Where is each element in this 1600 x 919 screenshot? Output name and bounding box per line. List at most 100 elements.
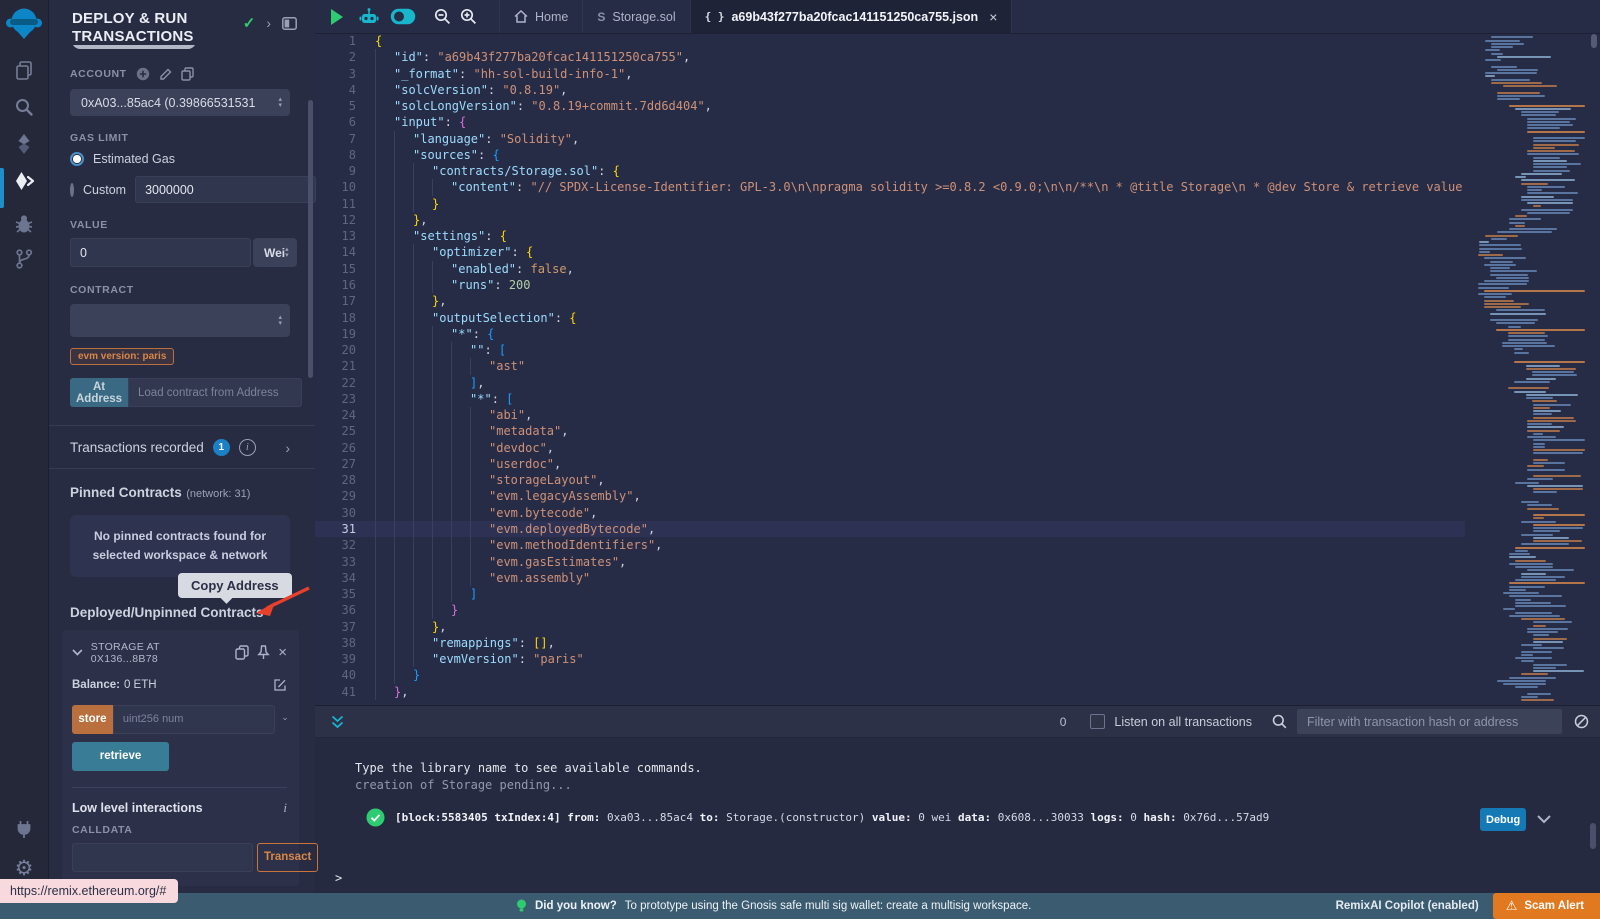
zoom-out-icon[interactable] (434, 8, 451, 25)
code-line-22[interactable]: 22], (315, 375, 1465, 391)
code-line-28[interactable]: 28"storageLayout", (315, 472, 1465, 488)
expand-log-icon[interactable] (1537, 815, 1551, 824)
editor-scrollbar[interactable] (1591, 34, 1597, 48)
code-line-16[interactable]: 16"runs": 200 (315, 277, 1465, 293)
code-line-19[interactable]: 19"*": { (315, 326, 1465, 342)
code-line-26[interactable]: 26"devdoc", (315, 440, 1465, 456)
file-explorer-icon[interactable] (0, 60, 48, 82)
debug-button[interactable]: Debug (1480, 808, 1526, 831)
store-button[interactable]: store (72, 705, 113, 734)
contract-instance-title[interactable]: STORAGE AT 0X136...8B78 (91, 641, 227, 665)
git-icon[interactable] (0, 248, 48, 270)
code-line-17[interactable]: 17}, (315, 293, 1465, 309)
code-line-5[interactable]: 5"solcLongVersion": "0.8.19+commit.7dd6d… (315, 98, 1465, 114)
code-line-41[interactable]: 41}, (315, 684, 1465, 700)
code-line-4[interactable]: 4"solcVersion": "0.8.19", (315, 82, 1465, 98)
terminal-scrollbar[interactable] (1590, 823, 1596, 849)
code-line-35[interactable]: 35] (315, 586, 1465, 602)
copilot-toggle-icon[interactable] (390, 8, 416, 25)
account-select[interactable]: 0xA03...85ac4 (0.39866531531 ▴▾ (70, 89, 290, 116)
custom-gas-radio[interactable] (70, 183, 74, 197)
code-line-24[interactable]: 24"abi", (315, 407, 1465, 423)
code-line-23[interactable]: 23"*": [ (315, 391, 1465, 407)
edit-balance-icon[interactable] (273, 678, 287, 692)
code-line-14[interactable]: 14"optimizer": { (315, 244, 1465, 260)
solidity-compiler-icon[interactable] (0, 133, 48, 155)
code-line-34[interactable]: 34"evm.assembly" (315, 570, 1465, 586)
code-line-29[interactable]: 29"evm.legacyAssembly", (315, 488, 1465, 504)
transact-button[interactable]: Transact (257, 843, 318, 872)
code-line-37[interactable]: 37}, (315, 619, 1465, 635)
tab-home[interactable]: Home (499, 0, 583, 33)
code-line-9[interactable]: 9"contracts/Storage.sol": { (315, 163, 1465, 179)
at-address-input[interactable] (128, 378, 302, 407)
run-script-icon[interactable] (331, 9, 343, 25)
code-line-10[interactable]: 10"content": "// SPDX-License-Identifier… (315, 179, 1465, 195)
custom-gas-input[interactable] (135, 176, 316, 203)
close-tab-icon[interactable]: × (989, 9, 997, 25)
plugin-manager-icon[interactable] (0, 818, 48, 840)
code-line-33[interactable]: 33"evm.gasEstimates", (315, 554, 1465, 570)
add-account-icon[interactable] (136, 67, 150, 81)
expand-params-icon[interactable] (283, 715, 287, 723)
code-line-40[interactable]: 40} (315, 667, 1465, 683)
code-line-27[interactable]: 27"userdoc", (315, 456, 1465, 472)
code-editor[interactable]: 1{2"id": "a69b43f277ba20fcac141151250ca7… (315, 33, 1465, 705)
code-line-20[interactable]: 20"": [ (315, 342, 1465, 358)
store-param-input[interactable] (113, 705, 275, 734)
calldata-input[interactable] (72, 843, 253, 872)
edit-account-icon[interactable] (159, 68, 172, 81)
info-icon[interactable]: i (239, 439, 256, 456)
code-line-1[interactable]: 1{ (315, 33, 1465, 49)
code-line-32[interactable]: 32"evm.methodIdentifiers", (315, 537, 1465, 553)
remix-logo-icon[interactable] (0, 6, 48, 44)
chevron-right-icon[interactable]: › (266, 15, 271, 31)
remove-contract-icon[interactable]: × (278, 647, 287, 659)
scam-alert-badge[interactable]: ⚠ Scam Alert (1493, 893, 1600, 919)
value-unit-select[interactable]: Wei ▴▾ (253, 238, 297, 267)
copy-account-icon[interactable] (181, 67, 194, 81)
code-line-30[interactable]: 30"evm.bytecode", (315, 505, 1465, 521)
copy-address-icon[interactable] (235, 645, 249, 660)
debugger-icon[interactable] (0, 213, 48, 235)
pin-contract-icon[interactable] (257, 645, 270, 660)
pin-panel-icon[interactable] (282, 17, 297, 30)
code-line-3[interactable]: 3"_format": "hh-sol-build-info-1", (315, 66, 1465, 82)
code-line-13[interactable]: 13"settings": { (315, 228, 1465, 244)
code-line-11[interactable]: 11} (315, 196, 1465, 212)
code-line-18[interactable]: 18"outputSelection": { (315, 310, 1465, 326)
at-address-button[interactable]: At Address (70, 378, 128, 407)
code-line-25[interactable]: 25"metadata", (315, 423, 1465, 439)
tab-build-info-json[interactable]: { } a69b43f277ba20fcac141151250ca755.jso… (691, 0, 1013, 33)
deploy-run-icon[interactable] (0, 170, 48, 194)
estimated-gas-radio[interactable] (70, 152, 84, 166)
contract-select[interactable]: ▴▾ (70, 304, 290, 337)
transaction-filter-input[interactable] (1297, 709, 1562, 734)
collapse-terminal-icon[interactable] (331, 715, 344, 729)
code-line-38[interactable]: 38"remappings": [], (315, 635, 1465, 651)
code-line-39[interactable]: 39"evmVersion": "paris" (315, 651, 1465, 667)
settings-gear-icon[interactable]: ⚙ (0, 856, 48, 881)
code-line-6[interactable]: 6"input": { (315, 114, 1465, 130)
expand-transactions-icon[interactable]: › (285, 440, 290, 456)
retrieve-button[interactable]: retrieve (72, 742, 169, 771)
code-line-36[interactable]: 36} (315, 602, 1465, 618)
collapse-contract-icon[interactable] (72, 649, 83, 656)
search-icon[interactable] (0, 97, 48, 117)
zoom-in-icon[interactable] (460, 8, 477, 25)
copilot-status[interactable]: RemixAI Copilot (enabled) (1336, 900, 1479, 912)
code-line-8[interactable]: 8"sources": { (315, 147, 1465, 163)
value-input[interactable] (70, 238, 251, 267)
panel-scrollbar[interactable] (308, 100, 313, 378)
code-line-7[interactable]: 7"language": "Solidity", (315, 131, 1465, 147)
code-line-31[interactable]: 31"evm.deployedBytecode", (315, 521, 1465, 537)
clear-console-icon[interactable] (1574, 714, 1589, 729)
tab-storage-sol[interactable]: S Storage.sol (583, 0, 690, 33)
ai-copilot-robot-icon[interactable] (359, 7, 379, 27)
terminal-prompt[interactable]: > (335, 871, 342, 885)
code-line-15[interactable]: 15"enabled": false, (315, 261, 1465, 277)
low-level-info-icon[interactable]: i (283, 800, 287, 816)
listen-all-checkbox[interactable] (1090, 714, 1105, 729)
transaction-log-row[interactable]: [block:5583405 txIndex:4] from: 0xa03...… (366, 808, 1269, 827)
code-line-2[interactable]: 2"id": "a69b43f277ba20fcac141151250ca755… (315, 49, 1465, 65)
